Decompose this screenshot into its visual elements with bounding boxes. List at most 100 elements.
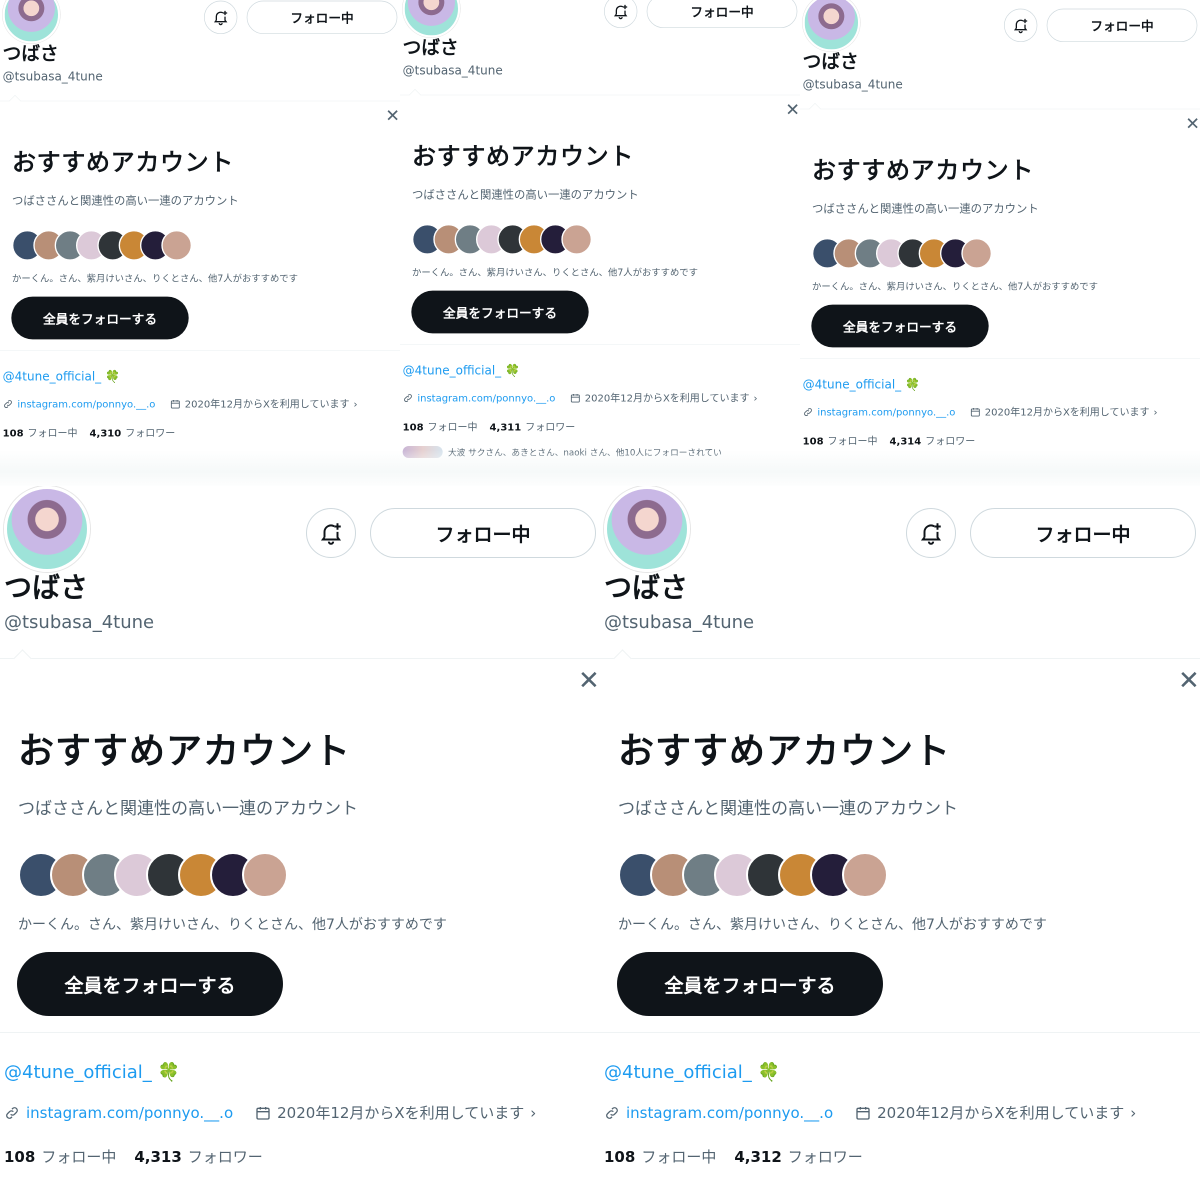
close-icon[interactable]: ✕ <box>1185 115 1200 132</box>
screenshot-tile-5: フォロー中 つばさ @tsubasa_4tune ✕ おすすめアカウント つばさ… <box>600 486 1200 1200</box>
recommended-avatars[interactable] <box>618 852 888 898</box>
close-icon[interactable]: ✕ <box>785 101 800 118</box>
calendar-icon <box>256 1106 270 1120</box>
notify-button[interactable] <box>906 508 956 558</box>
bio-mention-link[interactable]: @4tune_official_ 🍀 <box>3 370 120 384</box>
follow-all-button[interactable]: 全員をフォローする <box>811 304 989 348</box>
recommend-subtitle: つばささんと関連性の高い一連のアカウント <box>12 194 239 209</box>
chevron-right-icon[interactable]: › <box>354 398 358 410</box>
following-button[interactable]: フォロー中 <box>646 0 798 29</box>
profile-handle: @tsubasa_4tune <box>4 612 155 633</box>
avatar[interactable] <box>2 0 61 44</box>
recommended-avatars[interactable] <box>12 230 193 261</box>
follow-all-button[interactable]: 全員をフォローする <box>617 952 883 1016</box>
recommend-names: かーくん。さん、紫月けいさん、りくとさん、他7人がおすすめです <box>12 273 298 285</box>
divider <box>0 1032 600 1033</box>
bio-mention-link[interactable]: @4tune_official_ 🍀 <box>4 1062 180 1083</box>
divider <box>600 1032 1200 1033</box>
followers-count[interactable]: 4,314 <box>890 435 922 447</box>
following-label: フォロー中 <box>827 435 878 448</box>
close-icon[interactable]: ✕ <box>385 107 400 124</box>
follow-stats: 108 フォロー中 4,314 フォロワー <box>803 434 976 448</box>
profile-name: つばさ <box>604 571 689 604</box>
divider <box>0 658 600 659</box>
followers-count[interactable]: 4,310 <box>90 427 122 439</box>
profile-meta: instagram.com/ponnyo.__.o 2020年12月からXを利用… <box>4 1102 536 1123</box>
following-count[interactable]: 108 <box>3 427 24 439</box>
avatar[interactable] <box>402 0 461 38</box>
followers-label: フォロワー <box>925 435 976 448</box>
calendar-icon <box>170 399 180 409</box>
notify-button[interactable] <box>604 0 638 29</box>
avatar <box>161 230 193 261</box>
following-button[interactable]: フォロー中 <box>246 0 398 35</box>
following-button[interactable]: フォロー中 <box>970 508 1196 558</box>
profile-handle: @tsubasa_4tune <box>604 612 755 633</box>
tile-content: フォロー中 つばさ @tsubasa_4tune ✕ おすすめアカウント つばさ… <box>400 0 800 466</box>
following-button[interactable]: フォロー中 <box>370 508 596 558</box>
following-count[interactable]: 108 <box>403 421 424 433</box>
profile-meta: instagram.com/ponnyo.__.o 2020年12月からXを利用… <box>3 397 358 411</box>
avatar <box>242 852 288 898</box>
following-count[interactable]: 108 <box>604 1148 635 1166</box>
chevron-right-icon[interactable]: › <box>1154 406 1158 418</box>
tile-separator <box>0 450 1200 490</box>
followers-count[interactable]: 4,311 <box>490 421 522 433</box>
followers-label: フォロワー <box>187 1148 263 1166</box>
follow-all-button[interactable]: 全員をフォローする <box>11 296 189 340</box>
website-link[interactable]: instagram.com/ponnyo.__.o <box>17 398 155 410</box>
join-date: 2020年12月からXを利用しています <box>277 1104 525 1122</box>
bell-plus-icon <box>320 523 342 545</box>
divider <box>400 94 800 96</box>
recommend-names: かーくん。さん、紫月けいさん、りくとさん、他7人がおすすめです <box>18 917 447 933</box>
follow-all-button[interactable]: 全員をフォローする <box>17 952 283 1016</box>
link-icon <box>6 1106 18 1119</box>
bell-plus-icon <box>920 523 942 545</box>
recommended-avatars[interactable] <box>18 852 288 898</box>
followers-label: フォロワー <box>525 421 576 434</box>
website-link[interactable]: instagram.com/ponnyo.__.o <box>26 1104 233 1122</box>
recommend-names: かーくん。さん、紫月けいさん、りくとさん、他7人がおすすめです <box>618 917 1047 933</box>
profile-name: つばさ <box>802 50 859 73</box>
link-icon <box>404 393 412 402</box>
website-link[interactable]: instagram.com/ponnyo.__.o <box>626 1104 833 1122</box>
screenshot-tile-4: フォロー中 つばさ @tsubasa_4tune ✕ おすすめアカウント つばさ… <box>0 486 600 1200</box>
avatar[interactable] <box>604 486 690 572</box>
panel-pointer <box>808 102 822 116</box>
recommended-avatars[interactable] <box>412 224 593 255</box>
following-button[interactable]: フォロー中 <box>1046 8 1198 43</box>
profile-name: つばさ <box>402 36 459 59</box>
chevron-right-icon[interactable]: › <box>1130 1104 1136 1122</box>
following-count[interactable]: 108 <box>803 435 824 447</box>
followers-count[interactable]: 4,312 <box>734 1148 781 1166</box>
following-count[interactable]: 108 <box>4 1148 35 1166</box>
notify-button[interactable] <box>1004 8 1038 43</box>
recommended-avatars[interactable] <box>812 238 993 269</box>
calendar-icon <box>856 1106 870 1120</box>
bio-mention-link[interactable]: @4tune_official_ 🍀 <box>604 1062 780 1083</box>
follow-all-button[interactable]: 全員をフォローする <box>411 290 589 334</box>
followers-count[interactable]: 4,313 <box>134 1148 181 1166</box>
link-icon <box>4 399 12 408</box>
divider <box>800 108 1200 110</box>
website-link[interactable]: instagram.com/ponnyo.__.o <box>417 392 555 404</box>
close-icon[interactable]: ✕ <box>1178 668 1200 694</box>
recommend-subtitle: つばささんと関連性の高い一連のアカウント <box>812 202 1039 217</box>
panel-pointer <box>13 649 32 668</box>
chevron-right-icon[interactable]: › <box>530 1104 536 1122</box>
website-link[interactable]: instagram.com/ponnyo.__.o <box>817 406 955 418</box>
avatar <box>961 238 993 269</box>
follow-stats: 108 フォロー中 4,313 フォロワー <box>4 1146 263 1167</box>
profile-name: つばさ <box>4 571 89 604</box>
tile-content: フォロー中 つばさ @tsubasa_4tune ✕ おすすめアカウント つばさ… <box>0 0 400 466</box>
close-icon[interactable]: ✕ <box>578 668 600 694</box>
avatar[interactable] <box>4 486 90 572</box>
followers-label: フォロワー <box>125 427 176 440</box>
notify-button[interactable] <box>306 508 356 558</box>
notify-button[interactable] <box>204 0 238 35</box>
chevron-right-icon[interactable]: › <box>754 392 758 404</box>
calendar-icon <box>970 407 980 417</box>
bio-mention-link[interactable]: @4tune_official_ 🍀 <box>803 378 920 392</box>
bio-mention-link[interactable]: @4tune_official_ 🍀 <box>403 364 520 378</box>
avatar[interactable] <box>802 0 861 52</box>
